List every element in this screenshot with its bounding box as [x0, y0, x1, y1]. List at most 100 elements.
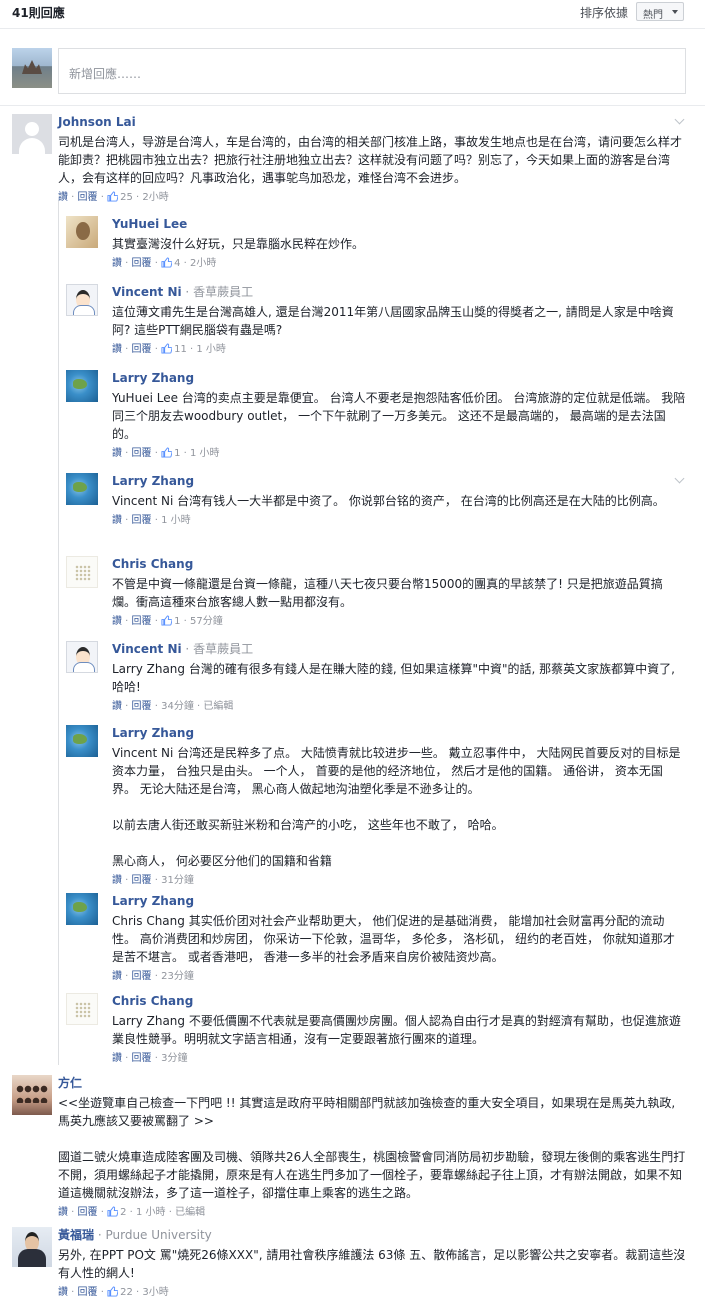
comment-actions: 讚 · 回覆 · 22 · 3小時 — [58, 1286, 169, 1298]
comment-count: 41則回應 — [12, 6, 65, 20]
comment-author[interactable]: YuHuei Lee — [112, 216, 686, 232]
author-workplace[interactable]: 香草蕨員工 — [193, 285, 253, 299]
like-count: 1 — [174, 448, 181, 459]
comment-time[interactable]: 23分鐘 — [161, 971, 194, 982]
comment-author[interactable]: Vincent Ni — [112, 642, 182, 656]
comment-author[interactable]: 黃福瑞 — [58, 1228, 94, 1242]
avatar[interactable] — [66, 284, 98, 316]
comment-author[interactable]: Larry Zhang — [112, 473, 686, 489]
like-link[interactable]: 讚 — [112, 1053, 122, 1064]
comment-actions: 讚 · 回覆 · 34分鐘 · 已編輯 — [112, 701, 234, 712]
comment-text: 黑心商人， 何必要区分他们的国籍和省籍 — [112, 854, 332, 868]
comment-text: 不管是中資一條龍還是台資一條龍，這種八天七夜只要台幣15000的團真的早該禁了!… — [112, 577, 663, 609]
like-link[interactable]: 讚 — [112, 344, 122, 355]
like-link[interactable]: 讚 — [112, 258, 122, 269]
reply-link[interactable]: 回覆 — [132, 875, 152, 886]
comment-text: Larry Zhang 台灣的確有很多有錢人是在賺大陸的錢, 但如果這樣算"中資… — [112, 662, 675, 694]
divider — [0, 105, 705, 106]
comment-time[interactable]: 1 小時 — [196, 344, 226, 355]
chevron-down-icon[interactable] — [674, 116, 686, 128]
comment-actions: 讚 · 回覆 · 3分鐘 — [112, 1053, 188, 1064]
new-comment-input[interactable]: 新增回應…… — [58, 48, 686, 94]
reply-link[interactable]: 回覆 — [132, 344, 152, 355]
sort-label: 排序依據 — [580, 6, 629, 20]
comment-time[interactable]: 34分鐘 — [161, 701, 194, 712]
sort-select-value: 熱門 — [643, 10, 663, 21]
thumbs-up-icon — [107, 191, 119, 202]
reply-link[interactable]: 回覆 — [78, 1287, 98, 1298]
reply-link[interactable]: 回覆 — [132, 701, 152, 712]
like-link[interactable]: 讚 — [112, 616, 122, 627]
like-link[interactable]: 讚 — [112, 701, 122, 712]
comment-time[interactable]: 1 小時 — [161, 515, 191, 526]
current-user-avatar[interactable] — [12, 48, 52, 88]
thumbs-up-icon — [161, 615, 173, 626]
like-link[interactable]: 讚 — [112, 515, 122, 526]
avatar[interactable] — [66, 473, 98, 505]
thumbs-up-icon — [107, 1206, 119, 1217]
thumbs-up-icon — [161, 257, 173, 268]
comment-time[interactable]: 1 小時 — [190, 448, 220, 459]
avatar[interactable] — [66, 556, 98, 588]
comment-actions: 讚 · 回覆 · 1 小時 — [112, 515, 191, 526]
comment-time[interactable]: 2小時 — [142, 192, 168, 203]
author-workplace[interactable]: 香草蕨員工 — [193, 642, 253, 656]
sort-select[interactable]: 熱門 — [636, 2, 684, 21]
like-link[interactable]: 讚 — [58, 192, 68, 203]
reply-link[interactable]: 回覆 — [132, 616, 152, 627]
avatar[interactable] — [12, 114, 52, 154]
comment-author[interactable]: Larry Zhang — [112, 893, 686, 909]
like-link[interactable]: 讚 — [112, 448, 122, 459]
comment-author-row: Vincent Ni · 香草蕨員工 — [112, 285, 254, 299]
comment-time[interactable]: 31分鐘 — [161, 875, 194, 886]
comment-author[interactable]: Johnson Lai — [58, 114, 686, 130]
comment-author[interactable]: Chris Chang — [112, 993, 686, 1009]
comment-time[interactable]: 2小時 — [190, 258, 216, 269]
like-link[interactable]: 讚 — [58, 1207, 68, 1218]
comment-author[interactable]: Larry Zhang — [112, 725, 686, 741]
comment-text: YuHuei Lee 台湾的卖点主要是靠便宜。 台湾人不要老是抱怨陆客低价团。 … — [112, 391, 686, 441]
comments-header: 41則回應 排序依據 熱門 — [0, 0, 705, 28]
avatar[interactable] — [66, 641, 98, 673]
thumbs-up-icon — [107, 1286, 119, 1297]
comment-actions: 讚 · 回覆 · 23分鐘 — [112, 971, 194, 982]
comment-author[interactable]: Vincent Ni — [112, 285, 182, 299]
comment-author-row: Vincent Ni · 香草蕨員工 — [112, 642, 254, 656]
comment-time[interactable]: 1 小時 — [136, 1207, 166, 1218]
thumbs-up-icon — [161, 343, 173, 354]
chevron-down-icon — [672, 10, 678, 14]
reply-thread-line — [58, 200, 59, 1065]
like-count: 22 — [120, 1287, 133, 1298]
edited-label[interactable]: 已編輯 — [203, 701, 233, 712]
avatar[interactable] — [66, 993, 98, 1025]
comment-author[interactable]: Chris Chang — [112, 556, 686, 572]
like-link[interactable]: 讚 — [112, 971, 122, 982]
comment-author[interactable]: Larry Zhang — [112, 370, 686, 386]
author-school[interactable]: Purdue University — [105, 1228, 211, 1242]
avatar[interactable] — [66, 725, 98, 757]
comment-time[interactable]: 3小時 — [142, 1287, 168, 1298]
avatar[interactable] — [12, 1075, 52, 1115]
reply-link[interactable]: 回覆 — [132, 971, 152, 982]
reply-link[interactable]: 回覆 — [78, 1207, 98, 1218]
edited-label[interactable]: 已編輯 — [175, 1207, 205, 1218]
avatar[interactable] — [66, 216, 98, 248]
reply-link[interactable]: 回覆 — [132, 448, 152, 459]
avatar[interactable] — [66, 893, 98, 925]
comment-time[interactable]: 3分鐘 — [161, 1053, 187, 1064]
chevron-down-icon[interactable] — [674, 475, 686, 487]
like-link[interactable]: 讚 — [112, 875, 122, 886]
like-link[interactable]: 讚 — [58, 1287, 68, 1298]
avatar[interactable] — [66, 370, 98, 402]
comment-text: 以前去唐人街还敢买新驻米粉和台湾产的小吃， 这些年也不敢了， 哈哈。 — [112, 818, 504, 832]
comment-actions: 讚 · 回覆 · 11 · 1 小時 — [112, 343, 226, 355]
comment-author[interactable]: 方仁 — [58, 1075, 686, 1091]
reply-link[interactable]: 回覆 — [78, 192, 98, 203]
reply-link[interactable]: 回覆 — [132, 515, 152, 526]
comment-actions: 讚 · 回覆 · 31分鐘 — [112, 875, 194, 886]
reply-link[interactable]: 回覆 — [132, 258, 152, 269]
comment-time[interactable]: 57分鐘 — [190, 616, 223, 627]
comment-actions: 讚 · 回覆 · 1 · 57分鐘 — [112, 615, 223, 627]
reply-link[interactable]: 回覆 — [132, 1053, 152, 1064]
avatar[interactable] — [12, 1227, 52, 1267]
